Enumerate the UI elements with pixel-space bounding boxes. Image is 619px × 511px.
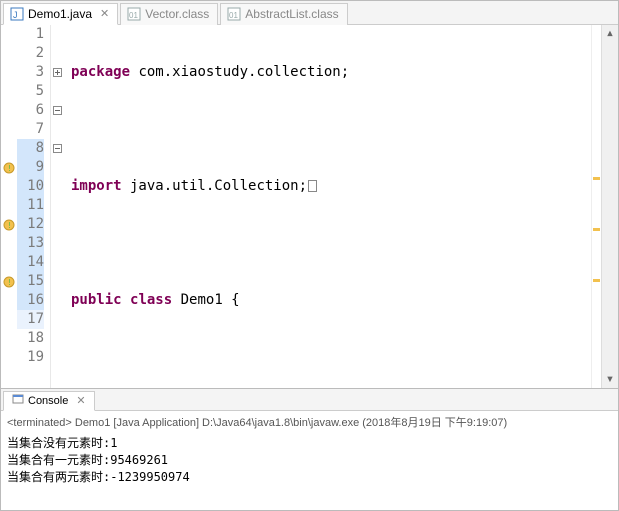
fold-collapse-icon[interactable] [53,144,62,153]
code-line: import java.util.Collection; [71,177,591,196]
line-number: 2 [17,44,44,63]
editor-tabbar: J Demo1.java ✕ 01 Vector.class 01 Abstra… [1,1,618,25]
scroll-down-icon[interactable]: ▾ [602,371,618,388]
line-number: 18 [17,329,44,348]
line-number: 11 [17,196,44,215]
console-tab-label: Console [28,395,68,407]
fold-gutter [51,25,65,388]
tab-abstractlist-class[interactable]: 01 AbstractList.class [220,3,347,25]
code-line [71,120,591,139]
marker-ruler: ! ! ! [1,25,17,388]
code-area[interactable]: package com.xiaostudy.collection; import… [65,25,591,388]
line-number: 13 [17,234,44,253]
console-view: Console ✕ <terminated> Demo1 [Java Appli… [1,388,618,510]
class-file-icon: 01 [127,7,141,21]
warning-icon[interactable]: ! [1,158,17,177]
close-icon[interactable]: ✕ [76,394,85,407]
svg-text:01: 01 [129,11,138,20]
warning-icon[interactable]: ! [1,215,17,234]
tab-demo1-java[interactable]: J Demo1.java ✕ [3,3,118,25]
tab-label: Vector.class [145,7,209,21]
line-number: 10 [17,177,44,196]
vertical-scrollbar[interactable]: ▴ ▾ [601,25,618,388]
console-icon [12,393,24,408]
console-tab[interactable]: Console ✕ [3,391,95,411]
folded-placeholder-icon[interactable] [308,180,317,192]
class-file-icon: 01 [227,7,241,21]
close-icon[interactable]: ✕ [100,7,109,20]
line-number: 12 [17,215,44,234]
code-line [71,234,591,253]
java-file-icon: J [10,7,24,21]
line-number: 16 [17,291,44,310]
line-number: 19 [17,348,44,367]
fold-expand-icon[interactable] [53,68,62,77]
warning-icon[interactable]: ! [1,272,17,291]
line-number: 3 [17,63,44,82]
overview-ruler[interactable] [591,25,601,388]
line-number: 7 [17,120,44,139]
console-line: 当集合没有元素时:1 [7,436,117,450]
code-line: public class Demo1 { [71,291,591,310]
line-number: 8 [17,139,44,158]
scroll-up-icon[interactable]: ▴ [602,25,618,42]
line-number: 6 [17,101,44,120]
svg-text:01: 01 [229,11,238,20]
line-number: 5 [17,82,44,101]
console-tabbar: Console ✕ [1,389,618,411]
line-number: 1 [17,25,44,44]
console-output[interactable]: 当集合没有元素时:1 当集合有一元素时:95469261 当集合有两元素时:-1… [1,433,618,488]
tab-label: Demo1.java [28,7,92,21]
line-number: 14 [17,253,44,272]
svg-text:J: J [13,10,18,20]
line-number: 17 [17,310,44,329]
code-line: package com.xiaostudy.collection; [71,63,591,82]
svg-text:!: ! [7,221,12,230]
console-line: 当集合有两元素时:-1239950974 [7,470,190,484]
tab-vector-class[interactable]: 01 Vector.class [120,3,218,25]
line-number: 9 [17,158,44,177]
tab-label: AbstractList.class [245,7,338,21]
fold-collapse-icon[interactable] [53,106,62,115]
code-line [71,348,591,367]
console-line: 当集合有一元素时:95469261 [7,453,168,467]
svg-text:!: ! [7,278,12,287]
console-launch-header: <terminated> Demo1 [Java Application] D:… [1,411,618,433]
svg-text:!: ! [7,164,12,173]
line-number-gutter: 1 2 3 5 6 7 8 9 10 11 12 13 14 15 16 17 … [17,25,51,388]
line-number: 15 [17,272,44,291]
code-editor[interactable]: ! ! ! 1 2 3 5 6 7 8 9 10 11 12 13 14 15 … [1,25,618,388]
